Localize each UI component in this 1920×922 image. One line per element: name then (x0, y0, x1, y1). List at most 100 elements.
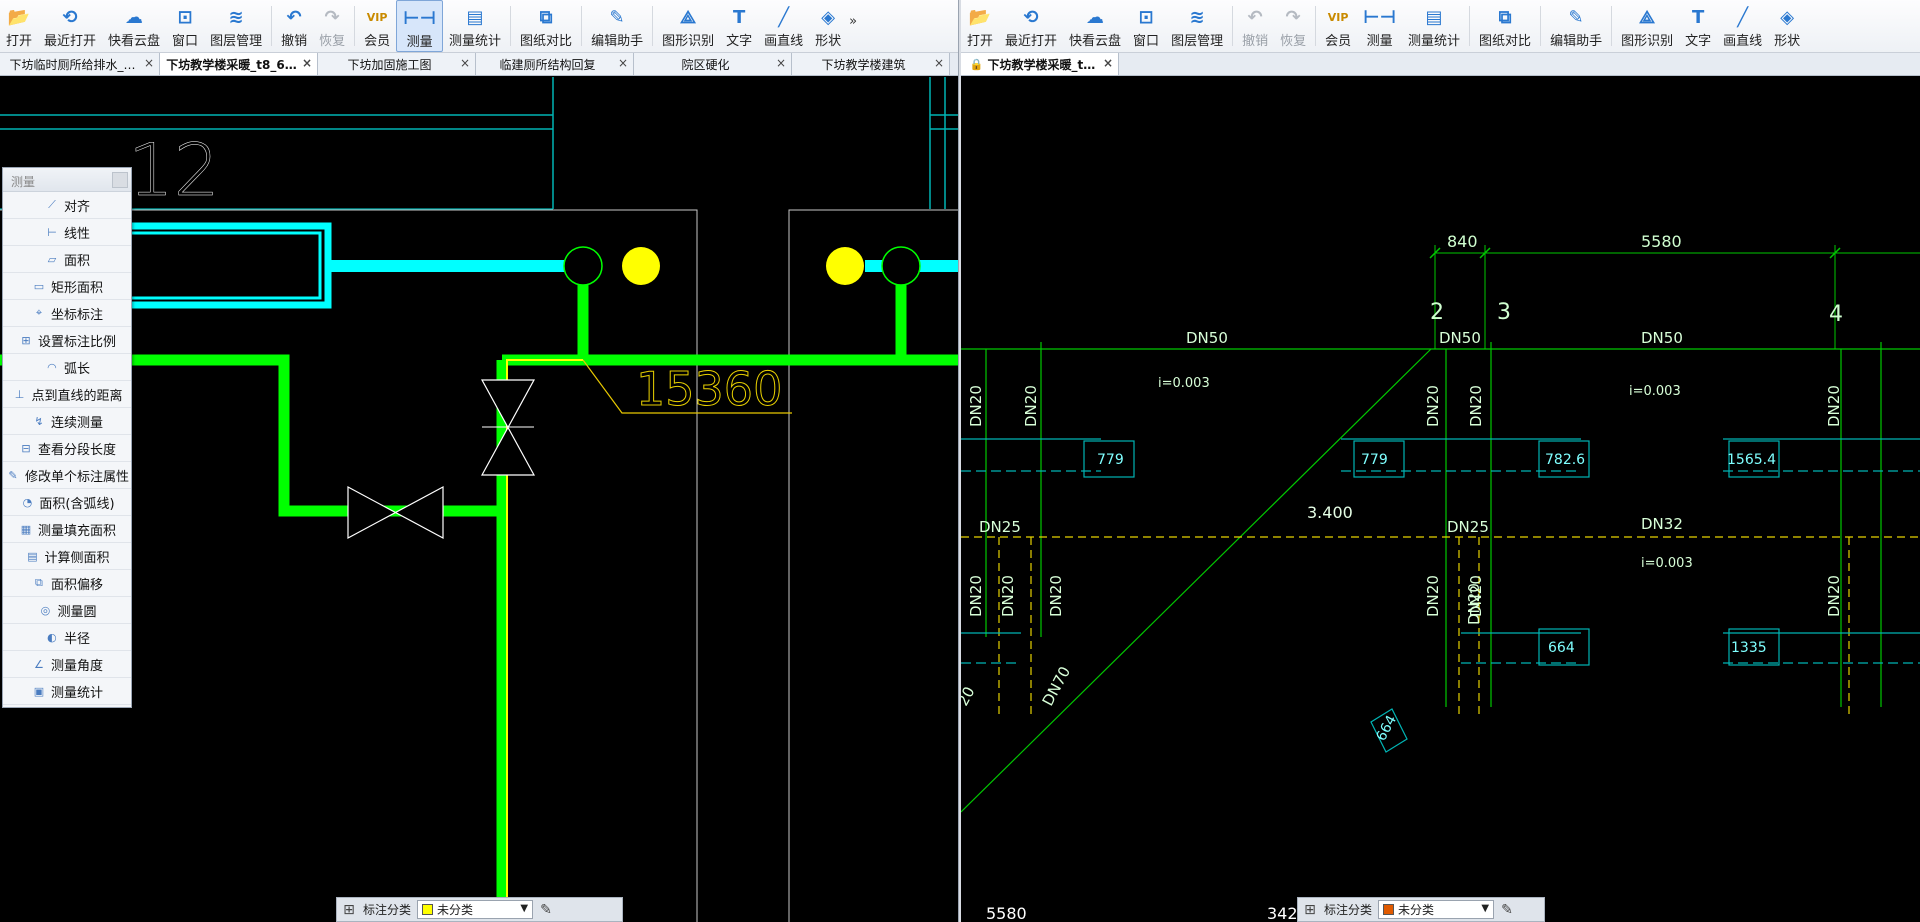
toolbar-folder-open-button[interactable]: 📂 打开 (0, 0, 38, 52)
close-icon[interactable]: × (618, 56, 628, 70)
measure-tool-item[interactable]: ⌖ 坐标标注 (3, 300, 131, 327)
close-icon[interactable]: × (1103, 56, 1113, 70)
toolbar-folder-open-button[interactable]: 📂 打开 (961, 0, 999, 52)
document-tab[interactable]: 下坊加固施工图 × (318, 53, 476, 75)
toolbar-layers-button[interactable]: ≋ 图层管理 (1165, 0, 1229, 52)
measure-tool-item[interactable]: ⧉ 面积偏移 (3, 570, 131, 597)
category-color-swatch (422, 904, 434, 915)
annotation-category-select[interactable]: 未分类 ▼ (417, 900, 534, 919)
category-value: 未分类 (1398, 903, 1435, 917)
measure-tool-item[interactable]: ◎ 测量圆 (3, 597, 131, 624)
toolbar-window-button[interactable]: ⊡ 窗口 (166, 0, 204, 52)
toolbar-measure-button[interactable]: ⊢⊣ 测量 (396, 0, 444, 52)
document-tab[interactable]: 🔒 下坊教学楼采暖_t… × (961, 53, 1119, 75)
measure-tool-item[interactable]: ⊞ 设置标注比例 (3, 327, 131, 354)
pipe-size-label: DN20 (999, 575, 1017, 617)
tab-label: 院区硬化 (681, 57, 730, 72)
toolbar-line-button[interactable]: ╱ 画直线 (1717, 0, 1768, 52)
measure-tool-label: 线性 (63, 226, 90, 242)
toolbar-compare-button[interactable]: ⧉ 图纸对比 (1473, 0, 1537, 52)
toolbar-redo-button[interactable]: ↷ 恢复 (313, 0, 351, 52)
toolbar-overflow-button[interactable]: » (847, 0, 859, 52)
toolbar-window-button[interactable]: ⊡ 窗口 (1127, 0, 1165, 52)
toolbar-layers-button[interactable]: ≋ 图层管理 (204, 0, 268, 52)
measure-tool-item[interactable]: ⟋ 对齐 (3, 192, 131, 219)
measure-tool-item[interactable]: ⊢ 线性 (3, 219, 131, 246)
panel-close-icon[interactable] (112, 172, 128, 188)
document-tab[interactable]: 下坊教学楼采暖_t8_6… × (160, 53, 318, 75)
measure-tool-item[interactable]: ▤ 计算侧面积 (3, 543, 131, 570)
close-icon[interactable]: × (144, 56, 154, 70)
edit-icon[interactable]: ✎ (1494, 902, 1520, 918)
measure-tool-item[interactable]: ▭ 矩形面积 (3, 273, 131, 300)
toolbar-line-button[interactable]: ╱ 画直线 (758, 0, 809, 52)
left-drawing-canvas[interactable]: 12 15360 (0, 77, 958, 922)
toolbar-button-label: 形状 (815, 34, 842, 49)
toolbar-edit-assistant-button[interactable]: ✎ 编辑助手 (1544, 0, 1608, 52)
edit-icon[interactable]: ✎ (533, 902, 559, 918)
toolbar-redo-button[interactable]: ↷ 恢复 (1274, 0, 1312, 52)
grid-menu-icon[interactable]: ⊞ (337, 902, 361, 918)
measure-tool-label: 测量统计 (50, 685, 103, 701)
toolbar-measure-stats-button[interactable]: ▤ 测量统计 (443, 0, 507, 52)
document-tab[interactable]: 院区硬化 × (634, 53, 792, 75)
toolbar-cloud-button[interactable]: ☁ 快看云盘 (102, 0, 166, 52)
document-tab[interactable]: 下坊临时厕所给排水_… × (0, 53, 160, 75)
measure-tool-item[interactable]: ▣ 测量统计 (3, 678, 131, 705)
measure-tool-item[interactable]: ⊥ 点到直线的距离 (3, 381, 131, 408)
toolbar-recent-button[interactable]: ⟲ 最近打开 (38, 0, 102, 52)
measure-tool-item[interactable]: ▱ 面积 (3, 246, 131, 273)
right-drawing-canvas[interactable]: 840 5580 2 3 4 DN50 DN50 DN50 DN20 DN20 … (961, 77, 1920, 922)
cloud-icon: ☁ (125, 6, 144, 28)
toolbar-shape-button[interactable]: ◈ 形状 (809, 0, 847, 52)
left-drawing-svg[interactable]: 12 15360 (0, 77, 958, 922)
measure-tool-item[interactable]: ◔ 面积(含弧线) (3, 489, 131, 516)
toolbar-button-label: 打开 (967, 34, 994, 49)
toolbar-shape-recognize-button[interactable]: ⟁ 图形识别 (656, 0, 720, 52)
pipe-size-label: DN20 (1047, 575, 1065, 617)
document-tab[interactable]: 下坊教学楼建筑 × (792, 53, 950, 75)
measure-tool-item[interactable]: ⊟ 查看分段长度 (3, 435, 131, 462)
measure-tool-item[interactable]: ◠ 弧长 (3, 354, 131, 381)
toolbar-shape-button[interactable]: ◈ 形状 (1768, 0, 1806, 52)
toolbar-vip-button[interactable]: VIP 会员 (358, 0, 396, 52)
measure-tool-item[interactable]: ↯ 连续测量 (3, 408, 131, 435)
toolbar-undo-button[interactable]: ↶ 撤销 (1236, 0, 1274, 52)
toolbar-cloud-button[interactable]: ☁ 快看云盘 (1063, 0, 1127, 52)
close-icon[interactable]: × (460, 56, 470, 70)
line-icon: ╱ (1737, 6, 1749, 28)
chevron-down-icon: ▼ (520, 903, 529, 914)
toolbar-button-label: 画直线 (764, 34, 804, 49)
radiator-label: 782.6 (1545, 452, 1585, 468)
toolbar-measure-stats-button[interactable]: ▤ 测量统计 (1402, 0, 1466, 52)
toolbar-text-button[interactable]: T 文字 (1679, 0, 1717, 52)
toolbar-undo-button[interactable]: ↶ 撤销 (275, 0, 313, 52)
right-drawing-svg[interactable]: 840 5580 2 3 4 DN50 DN50 DN50DN20 DN20 D… (961, 77, 1920, 922)
toolbar-shape-recognize-button[interactable]: ⟁ 图形识别 (1615, 0, 1679, 52)
measure-tool-icon: ◎ (40, 603, 51, 617)
toolbar-compare-button[interactable]: ⧉ 图纸对比 (514, 0, 578, 52)
measure-tool-icon: ⟋ (48, 198, 56, 211)
toolbar-recent-button[interactable]: ⟲ 最近打开 (999, 0, 1063, 52)
pipe-size-label: DN70 (1039, 663, 1075, 708)
measure-tool-item[interactable]: ∠ 测量角度 (3, 651, 131, 678)
measure-tool-item[interactable]: ◐ 半径 (3, 624, 131, 651)
annotation-category-select[interactable]: 未分类 ▼ (1378, 900, 1495, 919)
close-icon[interactable]: × (776, 56, 786, 70)
toolbar-button-label: 测量统计 (1408, 34, 1461, 49)
toolbar-separator (510, 6, 512, 46)
measure-tool-item[interactable]: ▦ 测量填充面积 (3, 516, 131, 543)
toolbar-button-label: 恢复 (1280, 34, 1307, 49)
measure-tool-item[interactable]: ✎ 修改单个标注属性 (3, 462, 131, 489)
toolbar-edit-assistant-button[interactable]: ✎ 编辑助手 (585, 0, 649, 52)
slope-label: i=0.003 (1158, 376, 1210, 391)
close-icon[interactable]: × (934, 56, 944, 70)
measure-tool-label: 面积偏移 (50, 577, 103, 593)
toolbar-measure-button[interactable]: ⊢⊣ 测量 (1357, 0, 1402, 52)
close-icon[interactable]: × (302, 56, 312, 70)
document-tab[interactable]: 临建厕所结构回复 × (476, 53, 634, 75)
toolbar-text-button[interactable]: T 文字 (720, 0, 758, 52)
grid-menu-icon[interactable]: ⊞ (1298, 902, 1322, 918)
elevation-label: 3.400 (1307, 503, 1353, 522)
toolbar-vip-button[interactable]: VIP 会员 (1319, 0, 1357, 52)
